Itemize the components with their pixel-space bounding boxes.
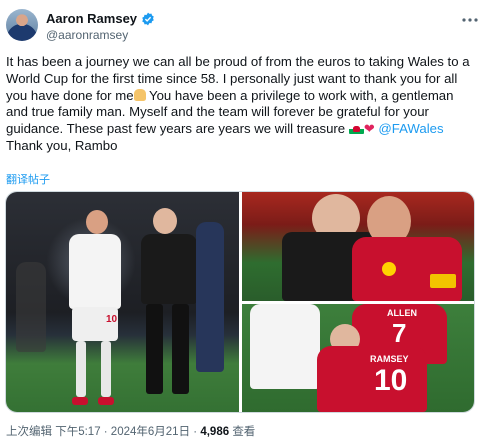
media-grid: 10 ALLEN 7 RAMSEY 10 [5,191,475,413]
meta-separator: · [193,426,198,438]
tweet-card: Aaron Ramsey @aaronramsey It has been a … [0,0,500,440]
official-figure [196,222,224,372]
coach-white-shirt [250,304,320,389]
player-red-shirt [352,237,462,301]
views-label: 查看 [232,426,256,438]
shirt-number-7: 7 [392,318,407,348]
verified-badge-icon [141,12,155,26]
player-white-shirt [69,234,121,309]
photo-main[interactable]: 10 [6,192,239,412]
shirt-name-allen: ALLEN [387,308,417,318]
photo-top-right[interactable] [242,192,474,301]
coach-leg [146,304,163,394]
tweet-text: It has been a journey we can all be prou… [6,54,476,155]
coach-black-shirt [141,234,197,304]
author-display-name[interactable]: Aaron Ramsey [46,11,137,26]
edited-label[interactable]: 上次编辑 [6,426,52,438]
coach-head [153,208,177,234]
author-name-row: Aaron Ramsey [46,11,155,26]
shirt-name-ramsey: RAMSEY [370,354,409,364]
red-heart-icon: ❤ [363,121,375,137]
background-figure [16,262,46,352]
captain-armband [430,274,456,288]
shirt-number-10: 10 [374,364,408,397]
tweet-meta: 上次编辑 下午5:17 · 2024年6月21日 · 4,986 查看 [6,423,255,439]
folded-hands-icon [133,88,146,101]
mention-link[interactable]: @FAWales [378,121,443,136]
player-boot [72,397,88,405]
timestamp[interactable]: 下午5:17 · 2024年6月21日 [55,426,190,438]
translate-post-link[interactable]: 翻译帖子 [6,171,50,187]
player-boot [98,397,114,405]
more-options-icon[interactable] [462,10,478,26]
tweet-paragraph: It has been a journey we can all be prou… [6,54,476,138]
view-count: 4,986 [200,426,230,438]
author-handle[interactable]: @aaronramsey [46,28,128,42]
player-leg [101,341,111,397]
photo-bottom-right[interactable]: ALLEN 7 RAMSEY 10 [242,304,474,412]
player-head [86,210,108,234]
coach-leg [172,304,189,394]
crest-icon [382,262,396,276]
player-shorts-number: 10 [106,314,118,325]
wales-flag-icon [348,124,364,135]
avatar[interactable] [6,9,38,41]
player-leg [76,341,86,397]
sign-off: Thank you, Rambo [6,137,118,153]
